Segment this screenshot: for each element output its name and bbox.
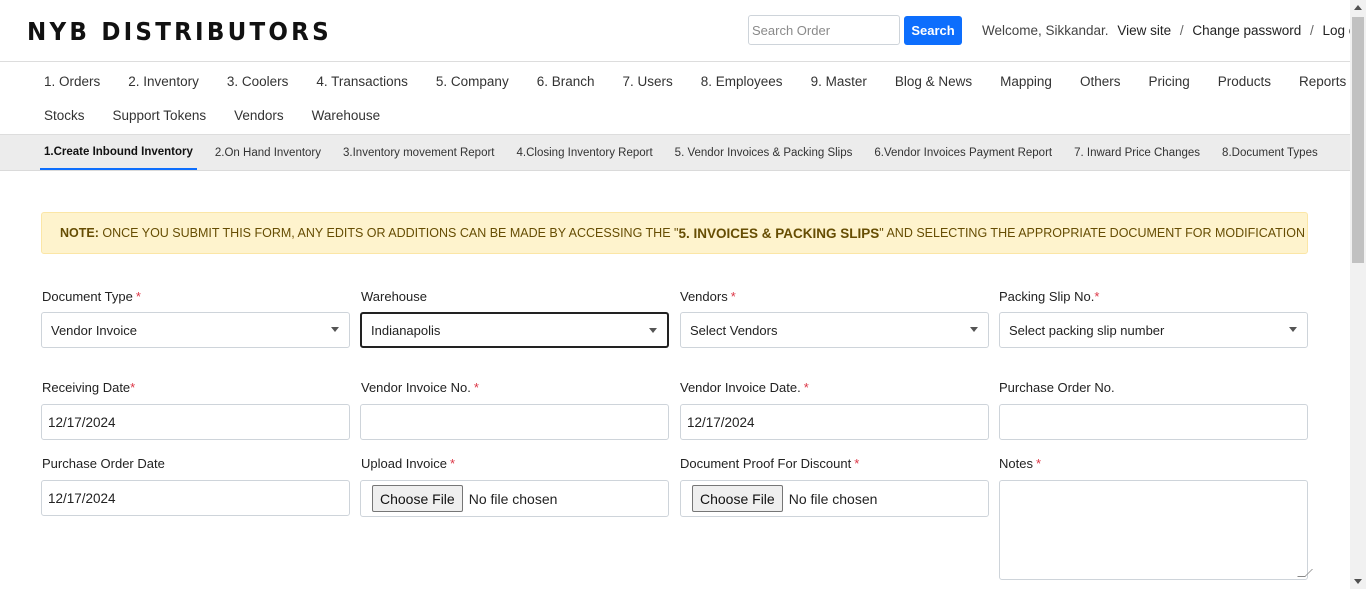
- welcome-text: Welcome, Sikkandar.: [982, 23, 1109, 38]
- main-nav-row: 1. Orders 2. Inventory 3. Coolers 4. Tra…: [0, 64, 1346, 98]
- tab-create-inbound-inventory[interactable]: 1.Create Inbound Inventory: [40, 135, 197, 170]
- view-site-link[interactable]: View site: [1117, 23, 1171, 38]
- nav-item-transactions[interactable]: 4. Transactions: [316, 74, 408, 89]
- nav-item-coolers[interactable]: 3. Coolers: [227, 74, 289, 89]
- document-type-select[interactable]: Vendor Invoice: [41, 312, 350, 348]
- note-banner: NOTE: ONCE YOU SUBMIT THIS FORM, ANY EDI…: [41, 212, 1308, 254]
- main-nav-row: Stocks Support Tokens Vendors Warehouse: [0, 98, 380, 132]
- nav-item-stocks[interactable]: Stocks: [44, 108, 85, 123]
- upload-invoice-status: No file chosen: [468, 490, 558, 507]
- warehouse-value: Indianapolis: [371, 322, 441, 338]
- nav-item-employees[interactable]: 8. Employees: [701, 74, 783, 89]
- chevron-down-icon: [649, 328, 657, 333]
- tab-on-hand-inventory[interactable]: 2.On Hand Inventory: [211, 135, 325, 170]
- tab-inventory-movement-report[interactable]: 3.Inventory movement Report: [339, 135, 499, 170]
- upload-invoice-choose-file-button[interactable]: Choose File: [372, 485, 463, 512]
- document-proof-status: No file chosen: [788, 490, 878, 507]
- document-proof-choose-file-button[interactable]: Choose File: [692, 485, 783, 512]
- page-scrollbar[interactable]: [1350, 0, 1366, 589]
- nav-item-inventory[interactable]: 2. Inventory: [128, 74, 199, 89]
- chevron-down-icon: [970, 327, 978, 332]
- nav-item-master[interactable]: 9. Master: [811, 74, 867, 89]
- notes-label: Notes *: [999, 456, 1042, 471]
- chevron-down-icon: [1289, 327, 1297, 332]
- tab-vendor-invoices-payment-report[interactable]: 6.Vendor Invoices Payment Report: [870, 135, 1056, 170]
- link-separator: /: [1310, 23, 1314, 38]
- vendors-value: Select Vendors: [690, 322, 778, 338]
- packing-slip-select[interactable]: Select packing slip number: [999, 312, 1308, 348]
- purchase-order-no-input[interactable]: [999, 404, 1308, 440]
- notes-textarea[interactable]: [999, 480, 1313, 580]
- link-separator: /: [1179, 23, 1184, 38]
- nav-item-branch[interactable]: 6. Branch: [537, 74, 595, 89]
- vendor-invoice-date-label: Vendor Invoice Date. *: [680, 380, 809, 395]
- purchase-order-date-input[interactable]: 12/17/2024: [41, 480, 350, 516]
- scrollbar-thumb[interactable]: [1352, 17, 1364, 263]
- upload-invoice-file-input[interactable]: Choose File No file chosen: [360, 480, 669, 517]
- vendor-invoice-no-input[interactable]: [360, 404, 669, 440]
- nav-item-warehouse[interactable]: Warehouse: [312, 108, 381, 123]
- nav-item-users[interactable]: 7. Users: [623, 74, 673, 89]
- document-type-value: Vendor Invoice: [51, 322, 138, 338]
- brand-logo[interactable]: NYB DISTRIBUTORS: [27, 17, 332, 46]
- purchase-order-no-label: Purchase Order No.: [999, 380, 1115, 395]
- chevron-down-icon: [331, 327, 339, 332]
- upload-invoice-label: Upload Invoice *: [361, 456, 456, 471]
- nav-item-products[interactable]: Products: [1218, 74, 1271, 89]
- tab-inward-price-changes[interactable]: 7. Inward Price Changes: [1070, 135, 1204, 170]
- search-order-input[interactable]: [748, 15, 900, 45]
- note-text-before: ONCE YOU SUBMIT THIS FORM, ANY EDITS OR …: [98, 226, 679, 240]
- vendors-label: Vendors *: [680, 289, 736, 304]
- nav-item-support-tokens[interactable]: Support Tokens: [113, 108, 207, 123]
- tab-vendor-invoices-packing-slips[interactable]: 5. Vendor Invoices & Packing Slips: [671, 135, 857, 170]
- nav-item-pricing[interactable]: Pricing: [1148, 74, 1189, 89]
- nav-item-mapping[interactable]: Mapping: [1000, 74, 1052, 89]
- document-type-label: Document Type *: [42, 289, 141, 304]
- search-button[interactable]: Search: [904, 16, 962, 45]
- main-nav: 1. Orders 2. Inventory 3. Coolers 4. Tra…: [0, 61, 1350, 135]
- note-text-after: " AND SELECTING THE APPROPRIATE DOCUMENT…: [879, 226, 1306, 240]
- sub-nav: 1.Create Inbound Inventory 2.On Hand Inv…: [0, 135, 1350, 171]
- note-highlight: 5. INVOICES & PACKING SLIPS: [678, 225, 880, 241]
- vendor-invoice-date-input[interactable]: 12/17/2024: [680, 404, 989, 440]
- nav-item-blog-news[interactable]: Blog & News: [895, 74, 972, 89]
- purchase-order-date-label: Purchase Order Date: [42, 456, 165, 471]
- change-password-link[interactable]: Change password: [1192, 23, 1301, 38]
- nav-item-reports[interactable]: Reports: [1299, 74, 1346, 89]
- warehouse-select[interactable]: Indianapolis: [360, 312, 669, 348]
- packing-slip-label: Packing Slip No.*: [999, 289, 1100, 304]
- nav-item-orders[interactable]: 1. Orders: [44, 74, 100, 89]
- scroll-down-arrow-icon[interactable]: [1354, 579, 1362, 584]
- document-proof-file-input[interactable]: Choose File No file chosen: [680, 480, 989, 517]
- warehouse-label: Warehouse: [361, 289, 427, 304]
- tab-closing-inventory-report[interactable]: 4.Closing Inventory Report: [513, 135, 657, 170]
- resize-grip-icon[interactable]: [1297, 569, 1313, 577]
- packing-slip-value: Select packing slip number: [1009, 322, 1165, 338]
- scroll-up-arrow-icon[interactable]: [1354, 5, 1362, 10]
- nav-item-company[interactable]: 5. Company: [436, 74, 509, 89]
- tab-document-types[interactable]: 8.Document Types: [1218, 135, 1322, 170]
- receiving-date-input[interactable]: 12/17/2024: [41, 404, 350, 440]
- receiving-date-label: Receiving Date*: [42, 380, 136, 395]
- vendor-invoice-no-label: Vendor Invoice No. *: [361, 380, 479, 395]
- nav-item-vendors[interactable]: Vendors: [234, 108, 284, 123]
- nav-item-others[interactable]: Others: [1080, 74, 1121, 89]
- note-prefix: NOTE:: [60, 226, 99, 240]
- user-links: Welcome, Sikkandar. View site / Change p…: [982, 23, 1366, 38]
- top-header: NYB DISTRIBUTORS Search Welcome, Sikkand…: [0, 0, 1366, 61]
- document-proof-label: Document Proof For Discount *: [680, 456, 860, 471]
- vendors-select[interactable]: Select Vendors: [680, 312, 989, 348]
